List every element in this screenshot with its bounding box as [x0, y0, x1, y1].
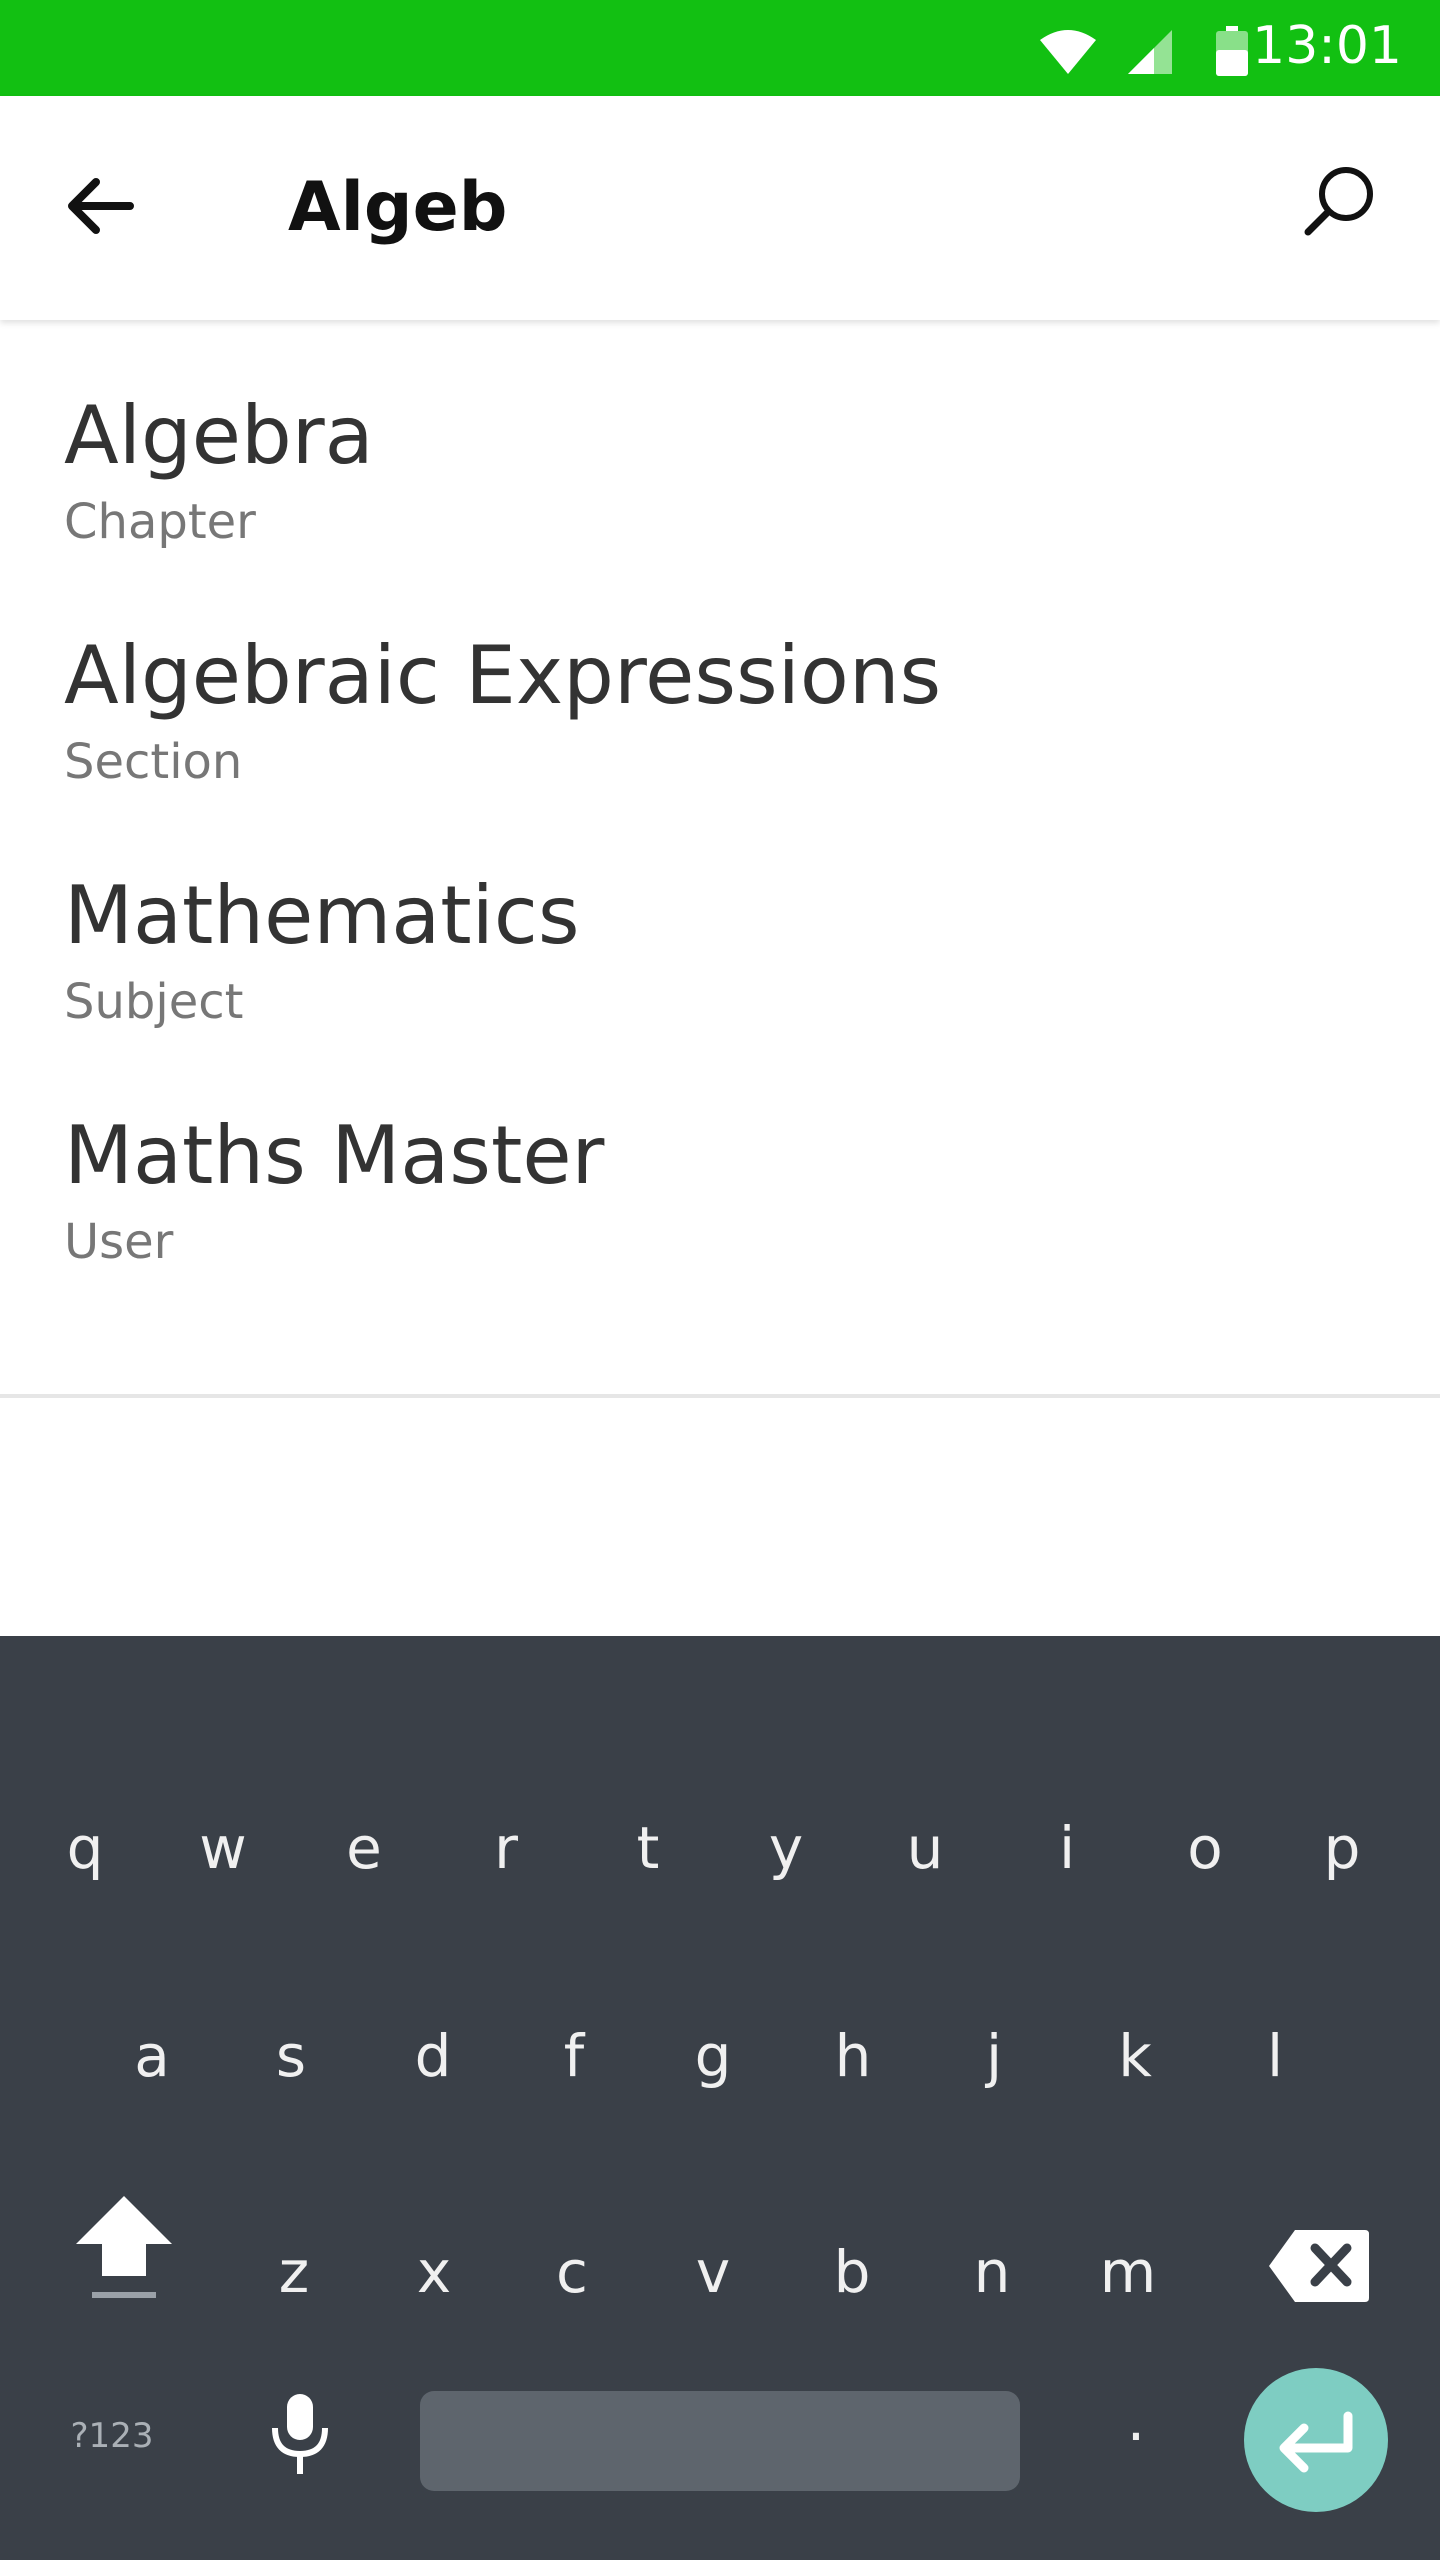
symbols-key[interactable]: ?123	[42, 2376, 182, 2496]
key-p[interactable]: p	[1272, 1788, 1412, 1908]
key-r[interactable]: r	[436, 1788, 576, 1908]
key-h[interactable]: h	[783, 1996, 923, 2116]
search-icon	[1304, 167, 1373, 236]
result-title: Algebra	[64, 389, 374, 482]
key-u[interactable]: u	[855, 1788, 995, 1908]
result-title: Maths Master	[64, 1109, 605, 1202]
result-item[interactable]: Maths Master User	[0, 1040, 1440, 1280]
result-title: Algebraic Expressions	[64, 629, 942, 722]
shift-icon	[76, 2196, 172, 2276]
backspace-key[interactable]	[1244, 2212, 1394, 2332]
key-z[interactable]: z	[224, 2212, 364, 2332]
battery-icon	[1216, 26, 1248, 76]
key-y[interactable]: y	[716, 1788, 856, 1908]
status-time: 13:01	[1252, 16, 1402, 76]
key-f[interactable]: f	[504, 1996, 644, 2116]
key-v[interactable]: v	[643, 2212, 783, 2332]
key-m[interactable]: m	[1058, 2212, 1198, 2332]
status-bar: 13:01	[0, 0, 1440, 96]
result-type: User	[64, 1214, 174, 1270]
result-item[interactable]: Mathematics Subject	[0, 800, 1440, 1040]
microphone-icon	[272, 2394, 328, 2474]
result-title: Mathematics	[64, 869, 580, 962]
key-j[interactable]: j	[924, 1996, 1064, 2116]
key-o[interactable]: o	[1135, 1788, 1275, 1908]
key-t[interactable]: t	[578, 1788, 718, 1908]
key-g[interactable]: g	[643, 1996, 783, 2116]
result-type: Subject	[64, 974, 244, 1030]
key-l[interactable]: l	[1205, 1996, 1345, 2116]
space-bar[interactable]	[420, 2391, 1020, 2491]
arrow-left-icon	[68, 178, 134, 234]
search-query[interactable]: Algeb	[288, 166, 507, 250]
results-divider	[0, 1394, 1440, 1398]
key-e[interactable]: e	[294, 1788, 434, 1908]
result-type: Chapter	[64, 494, 256, 550]
enter-key[interactable]	[1244, 2368, 1388, 2512]
soft-keyboard: q w e r t y u i o p a s d f g h j k l z …	[0, 1636, 1440, 2560]
key-x[interactable]: x	[364, 2212, 504, 2332]
back-button[interactable]	[60, 166, 160, 246]
shift-indicator	[92, 2292, 156, 2298]
enter-arrow-icon	[1279, 2411, 1353, 2473]
result-item[interactable]: Algebraic Expressions Section	[0, 560, 1440, 800]
search-toolbar: Algeb	[0, 96, 1440, 320]
result-item[interactable]: Algebra Chapter	[0, 320, 1440, 560]
search-button[interactable]	[1300, 160, 1390, 250]
voice-input-key[interactable]	[230, 2376, 370, 2496]
key-q[interactable]: q	[15, 1788, 155, 1908]
backspace-icon	[1269, 2230, 1369, 2302]
key-b[interactable]: b	[782, 2212, 922, 2332]
key-s[interactable]: s	[221, 1996, 361, 2116]
wifi-icon	[1040, 30, 1096, 74]
key-w[interactable]: w	[153, 1788, 293, 1908]
cell-signal-icon	[1128, 30, 1172, 74]
result-type: Section	[64, 734, 243, 790]
key-n[interactable]: n	[922, 2212, 1062, 2332]
key-i[interactable]: i	[997, 1788, 1137, 1908]
shift-key[interactable]	[54, 2176, 194, 2296]
key-c[interactable]: c	[502, 2212, 642, 2332]
key-period[interactable]: .	[1066, 2360, 1206, 2480]
key-a[interactable]: a	[82, 1996, 222, 2116]
key-d[interactable]: d	[363, 1996, 503, 2116]
search-results-list: Algebra Chapter Algebraic Expressions Se…	[0, 320, 1440, 1280]
key-k[interactable]: k	[1065, 1996, 1205, 2116]
